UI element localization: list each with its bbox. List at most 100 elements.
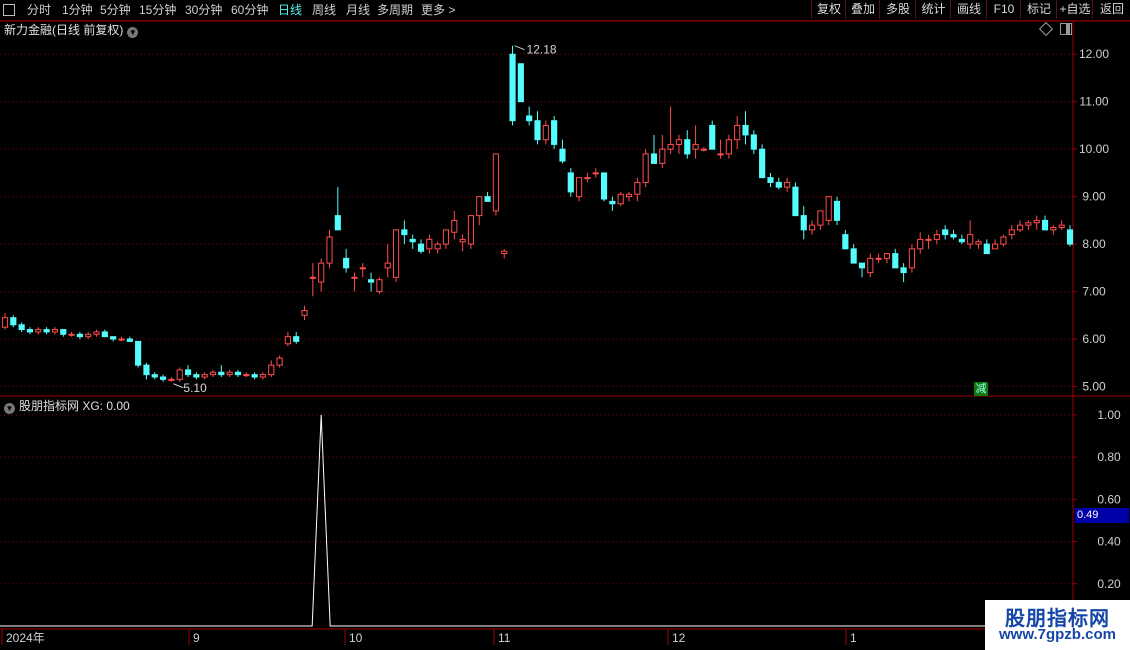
candle-body: [85, 333, 92, 338]
candle-body: [309, 276, 316, 279]
candle-body: [35, 329, 42, 333]
candle: [451, 210, 458, 240]
candle-body: [26, 329, 34, 333]
candle-body: [476, 196, 483, 217]
candle-body: [276, 357, 283, 366]
candle-body: [343, 257, 350, 269]
time-tick-label: 2024年: [6, 631, 45, 645]
candle-body: [933, 234, 940, 240]
candle-body: [867, 257, 874, 274]
candle: [309, 263, 316, 297]
candle-body: [592, 172, 599, 175]
candle: [35, 327, 42, 335]
candle: [126, 336, 133, 342]
candle-body: [1016, 224, 1024, 231]
candle: [135, 340, 142, 368]
candle: [201, 372, 208, 380]
candle: [168, 377, 175, 382]
candle: [1000, 234, 1007, 247]
candle: [742, 111, 749, 145]
candle: [426, 234, 433, 254]
candle: [775, 177, 782, 190]
candle: [476, 196, 483, 226]
high-pointer: [514, 45, 525, 51]
candle: [484, 191, 491, 202]
candle-body: [567, 172, 574, 193]
candle: [43, 327, 50, 335]
indicator-tick-label: 0.40: [1097, 535, 1121, 549]
indicator-tick-label: 1.00: [1097, 408, 1121, 422]
candle-body: [825, 196, 832, 221]
price-tick-label: 8.00: [1082, 237, 1106, 251]
candle-body: [950, 234, 957, 238]
candle: [992, 239, 999, 250]
candle: [767, 172, 774, 188]
candle-body: [700, 148, 707, 151]
candle-body: [160, 376, 167, 380]
candle-body: [576, 177, 583, 198]
candle-body: [76, 333, 83, 338]
candle-body: [900, 267, 907, 274]
candle: [576, 177, 583, 202]
candle-body: [442, 229, 450, 245]
candle-body: [293, 336, 300, 342]
candle: [675, 134, 683, 154]
candle: [725, 134, 732, 159]
candle: [160, 374, 167, 382]
candle-body: [318, 262, 325, 283]
candle: [526, 106, 533, 126]
candle-body: [942, 229, 949, 236]
candle-body: [584, 177, 591, 180]
candle: [268, 360, 275, 378]
candle-body: [983, 243, 990, 255]
time-tick-label: 10: [349, 631, 363, 645]
candle: [51, 327, 59, 335]
candle-body: [517, 63, 524, 103]
candle-body: [917, 238, 924, 250]
candle: [492, 153, 499, 216]
candle: [609, 196, 616, 211]
price-tick-label: 7.00: [1082, 285, 1106, 299]
time-tick-label: 9: [193, 631, 200, 645]
candle-body: [692, 143, 699, 150]
candle: [542, 120, 549, 145]
candle-body: [234, 371, 242, 376]
candle: [692, 125, 699, 159]
candle: [1025, 220, 1032, 230]
candle: [592, 168, 599, 178]
candle-body: [551, 120, 558, 145]
candle-body: [800, 215, 807, 231]
candle-body: [667, 143, 674, 150]
candle-body: [1008, 229, 1015, 236]
candle: [709, 120, 716, 150]
candle-body: [759, 148, 766, 179]
candle-body: [850, 248, 857, 264]
candle: [501, 248, 508, 259]
candle-body: [775, 181, 782, 188]
candle: [243, 372, 250, 378]
candle: [892, 248, 899, 269]
candle-body: [334, 215, 341, 231]
candle: [184, 365, 192, 378]
candle-body: [226, 371, 233, 376]
candle: [567, 168, 574, 197]
candle: [18, 322, 25, 332]
candle: [1016, 220, 1024, 233]
candle-body: [684, 139, 691, 155]
indicator-tick-label: 0.20: [1097, 577, 1121, 591]
brand-url: www.7gpzb.com: [999, 626, 1116, 643]
chart-canvas[interactable]: 12.0011.0010.009.008.007.006.005.0012.18…: [0, 0, 1130, 650]
candle-body: [168, 378, 175, 381]
candle-body: [526, 115, 533, 122]
candle: [368, 272, 375, 292]
candle: [925, 234, 932, 249]
candle: [10, 315, 17, 328]
candle: [983, 239, 990, 255]
candle: [625, 191, 633, 202]
candle-body: [609, 200, 616, 205]
candle: [975, 239, 982, 249]
candle: [234, 369, 242, 378]
candle: [176, 367, 183, 382]
candle: [101, 329, 108, 338]
candle-body: [1025, 222, 1032, 226]
